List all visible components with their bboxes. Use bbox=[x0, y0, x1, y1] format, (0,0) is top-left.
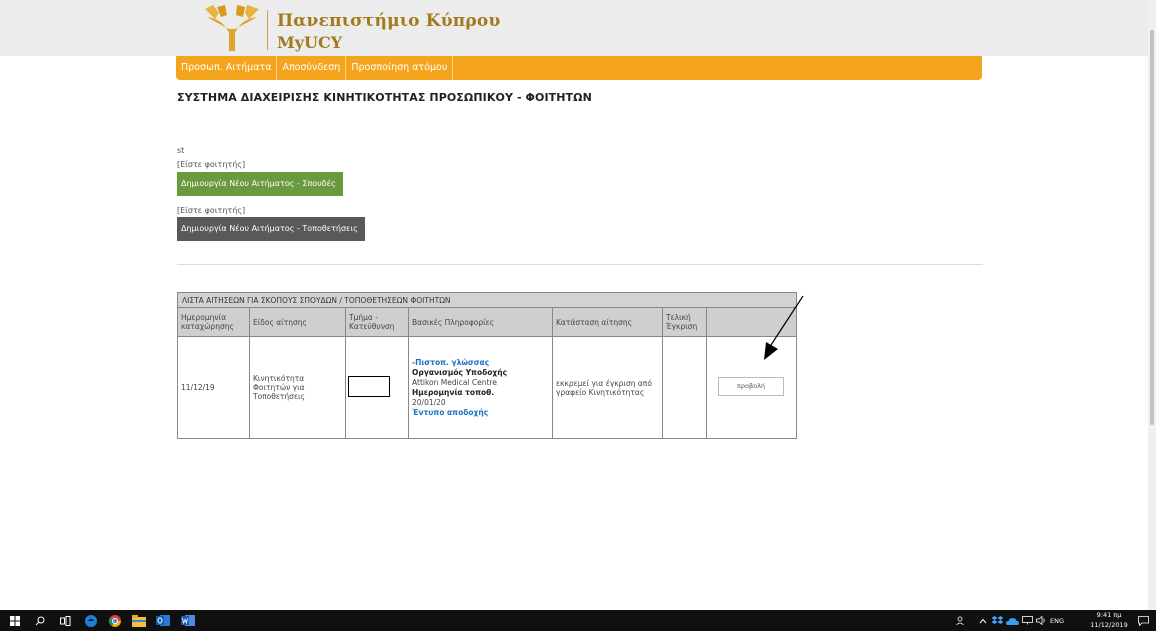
role-label-placements: [Είστε φοιτητής] bbox=[177, 206, 246, 215]
requests-table: ΛΙΣΤΑ ΑΙΤΗΣΕΩΝ ΓΙΑ ΣΚΟΠΟΥΣ ΣΠΟΥΔΩΝ / ΤΟΠ… bbox=[177, 292, 797, 439]
search-icon[interactable] bbox=[33, 613, 47, 628]
notifications-icon[interactable] bbox=[1137, 613, 1149, 628]
host-org-value: Attikon Medical Centre bbox=[412, 377, 497, 387]
nav-item-logout[interactable]: Αποσύνδεση bbox=[277, 56, 347, 80]
header-actions bbox=[707, 308, 796, 336]
university-logo-icon bbox=[205, 5, 259, 51]
cell-status: εκκρεμεί για έγκριση από γραφείο Κινητικ… bbox=[553, 337, 663, 438]
role-label-students: [Είστε φοιτητής] bbox=[177, 160, 246, 169]
placement-date-label: Ημερομηνία τοποθ. bbox=[412, 387, 495, 397]
chevron-up-icon[interactable] bbox=[978, 613, 988, 628]
outlook-icon[interactable] bbox=[155, 613, 171, 628]
cell-date: 11/12/19 bbox=[178, 337, 250, 438]
word-icon[interactable] bbox=[180, 613, 196, 628]
header-band bbox=[0, 0, 1148, 56]
acceptance-form-link[interactable]: Έντυπο αποδοχής bbox=[412, 408, 507, 418]
username-label: st bbox=[177, 146, 185, 155]
file-explorer-icon[interactable] bbox=[131, 613, 147, 628]
table-caption: ΛΙΣΤΑ ΑΙΤΗΣΕΩΝ ΓΙΑ ΣΚΟΠΟΥΣ ΣΠΟΥΔΩΝ / ΤΟΠ… bbox=[178, 293, 796, 308]
header-type: Είδος αίτησης bbox=[250, 308, 346, 336]
nav-item-personal-requests[interactable]: Προσωπ. Αιτήματα bbox=[176, 56, 278, 80]
placement-date-value: 20/01/20 bbox=[412, 397, 446, 407]
dropbox-icon[interactable] bbox=[991, 613, 1003, 628]
logo-divider bbox=[267, 10, 268, 50]
onedrive-icon[interactable] bbox=[1005, 613, 1019, 628]
windows-start-icon[interactable] bbox=[8, 613, 22, 628]
cell-info: -Πιστοπ. γλώσσας Οργανισμός Υποδοχής Att… bbox=[409, 337, 553, 438]
clock-time[interactable]: 9:41 πμ bbox=[1091, 611, 1127, 619]
language-indicator[interactable]: ENG bbox=[1050, 617, 1064, 625]
page-title: ΣΥΣΤΗΜΑ ΔΙΑΧΕΙΡΙΣΗΣ ΚΙΝΗΤΙΚΟΤΗΤΑΣ ΠΡΟΣΩΠ… bbox=[177, 91, 592, 104]
app-name: MyUCY bbox=[277, 33, 343, 52]
nav-item-impersonate[interactable]: Προσποίηση ατόμου bbox=[346, 56, 454, 80]
table-row: 11/12/19 Κινητικότητα Φοιτητών για Τοποθ… bbox=[178, 337, 796, 438]
table-header-row: Ημερομηνία καταχώρησης Είδος αίτησης Τμή… bbox=[178, 308, 796, 337]
new-request-studies-button[interactable]: Δημιουργία Νέου Αιτήματος - Σπουδές bbox=[177, 172, 343, 196]
header-department: Τμήμα - Κατεύθυνση bbox=[346, 308, 409, 336]
university-name: Πανεπιστήμιο Κύπρου bbox=[277, 11, 501, 31]
view-button[interactable]: προβολή bbox=[718, 377, 784, 396]
edge-browser-icon[interactable] bbox=[83, 613, 99, 628]
new-request-placements-button[interactable]: Δημιουργία Νέου Αιτήματος - Τοποθετήσεις bbox=[177, 217, 365, 241]
chrome-browser-icon[interactable] bbox=[107, 613, 123, 628]
clock-date[interactable]: 11/12/2019 bbox=[1088, 621, 1130, 629]
people-icon[interactable] bbox=[955, 613, 967, 628]
highlight-box bbox=[348, 376, 390, 397]
header-status: Κατάσταση αίτησης bbox=[553, 308, 663, 336]
task-view-icon[interactable] bbox=[58, 613, 72, 628]
header-final-approval: Τελική Έγκριση bbox=[663, 308, 707, 336]
network-icon[interactable] bbox=[1021, 613, 1033, 628]
cell-final-approval bbox=[663, 337, 707, 438]
scrollbar-thumb[interactable] bbox=[1150, 30, 1154, 425]
volume-icon[interactable] bbox=[1035, 613, 1047, 628]
taskbar: ENG 9:41 πμ 11/12/2019 bbox=[0, 610, 1156, 631]
cell-type: Κινητικότητα Φοιτητών για Τοποθετήσεις bbox=[250, 337, 346, 438]
header-date: Ημερομηνία καταχώρησης bbox=[178, 308, 250, 336]
language-certificate-link[interactable]: -Πιστοπ. γλώσσας bbox=[412, 358, 507, 368]
host-org-label: Οργανισμός Υποδοχής bbox=[412, 367, 508, 377]
header-info: Βασικές Πληροφορίες bbox=[409, 308, 553, 336]
section-divider bbox=[177, 264, 983, 265]
main-nav: Προσωπ. Αιτήματα Αποσύνδεση Προσποίηση α… bbox=[176, 56, 982, 80]
